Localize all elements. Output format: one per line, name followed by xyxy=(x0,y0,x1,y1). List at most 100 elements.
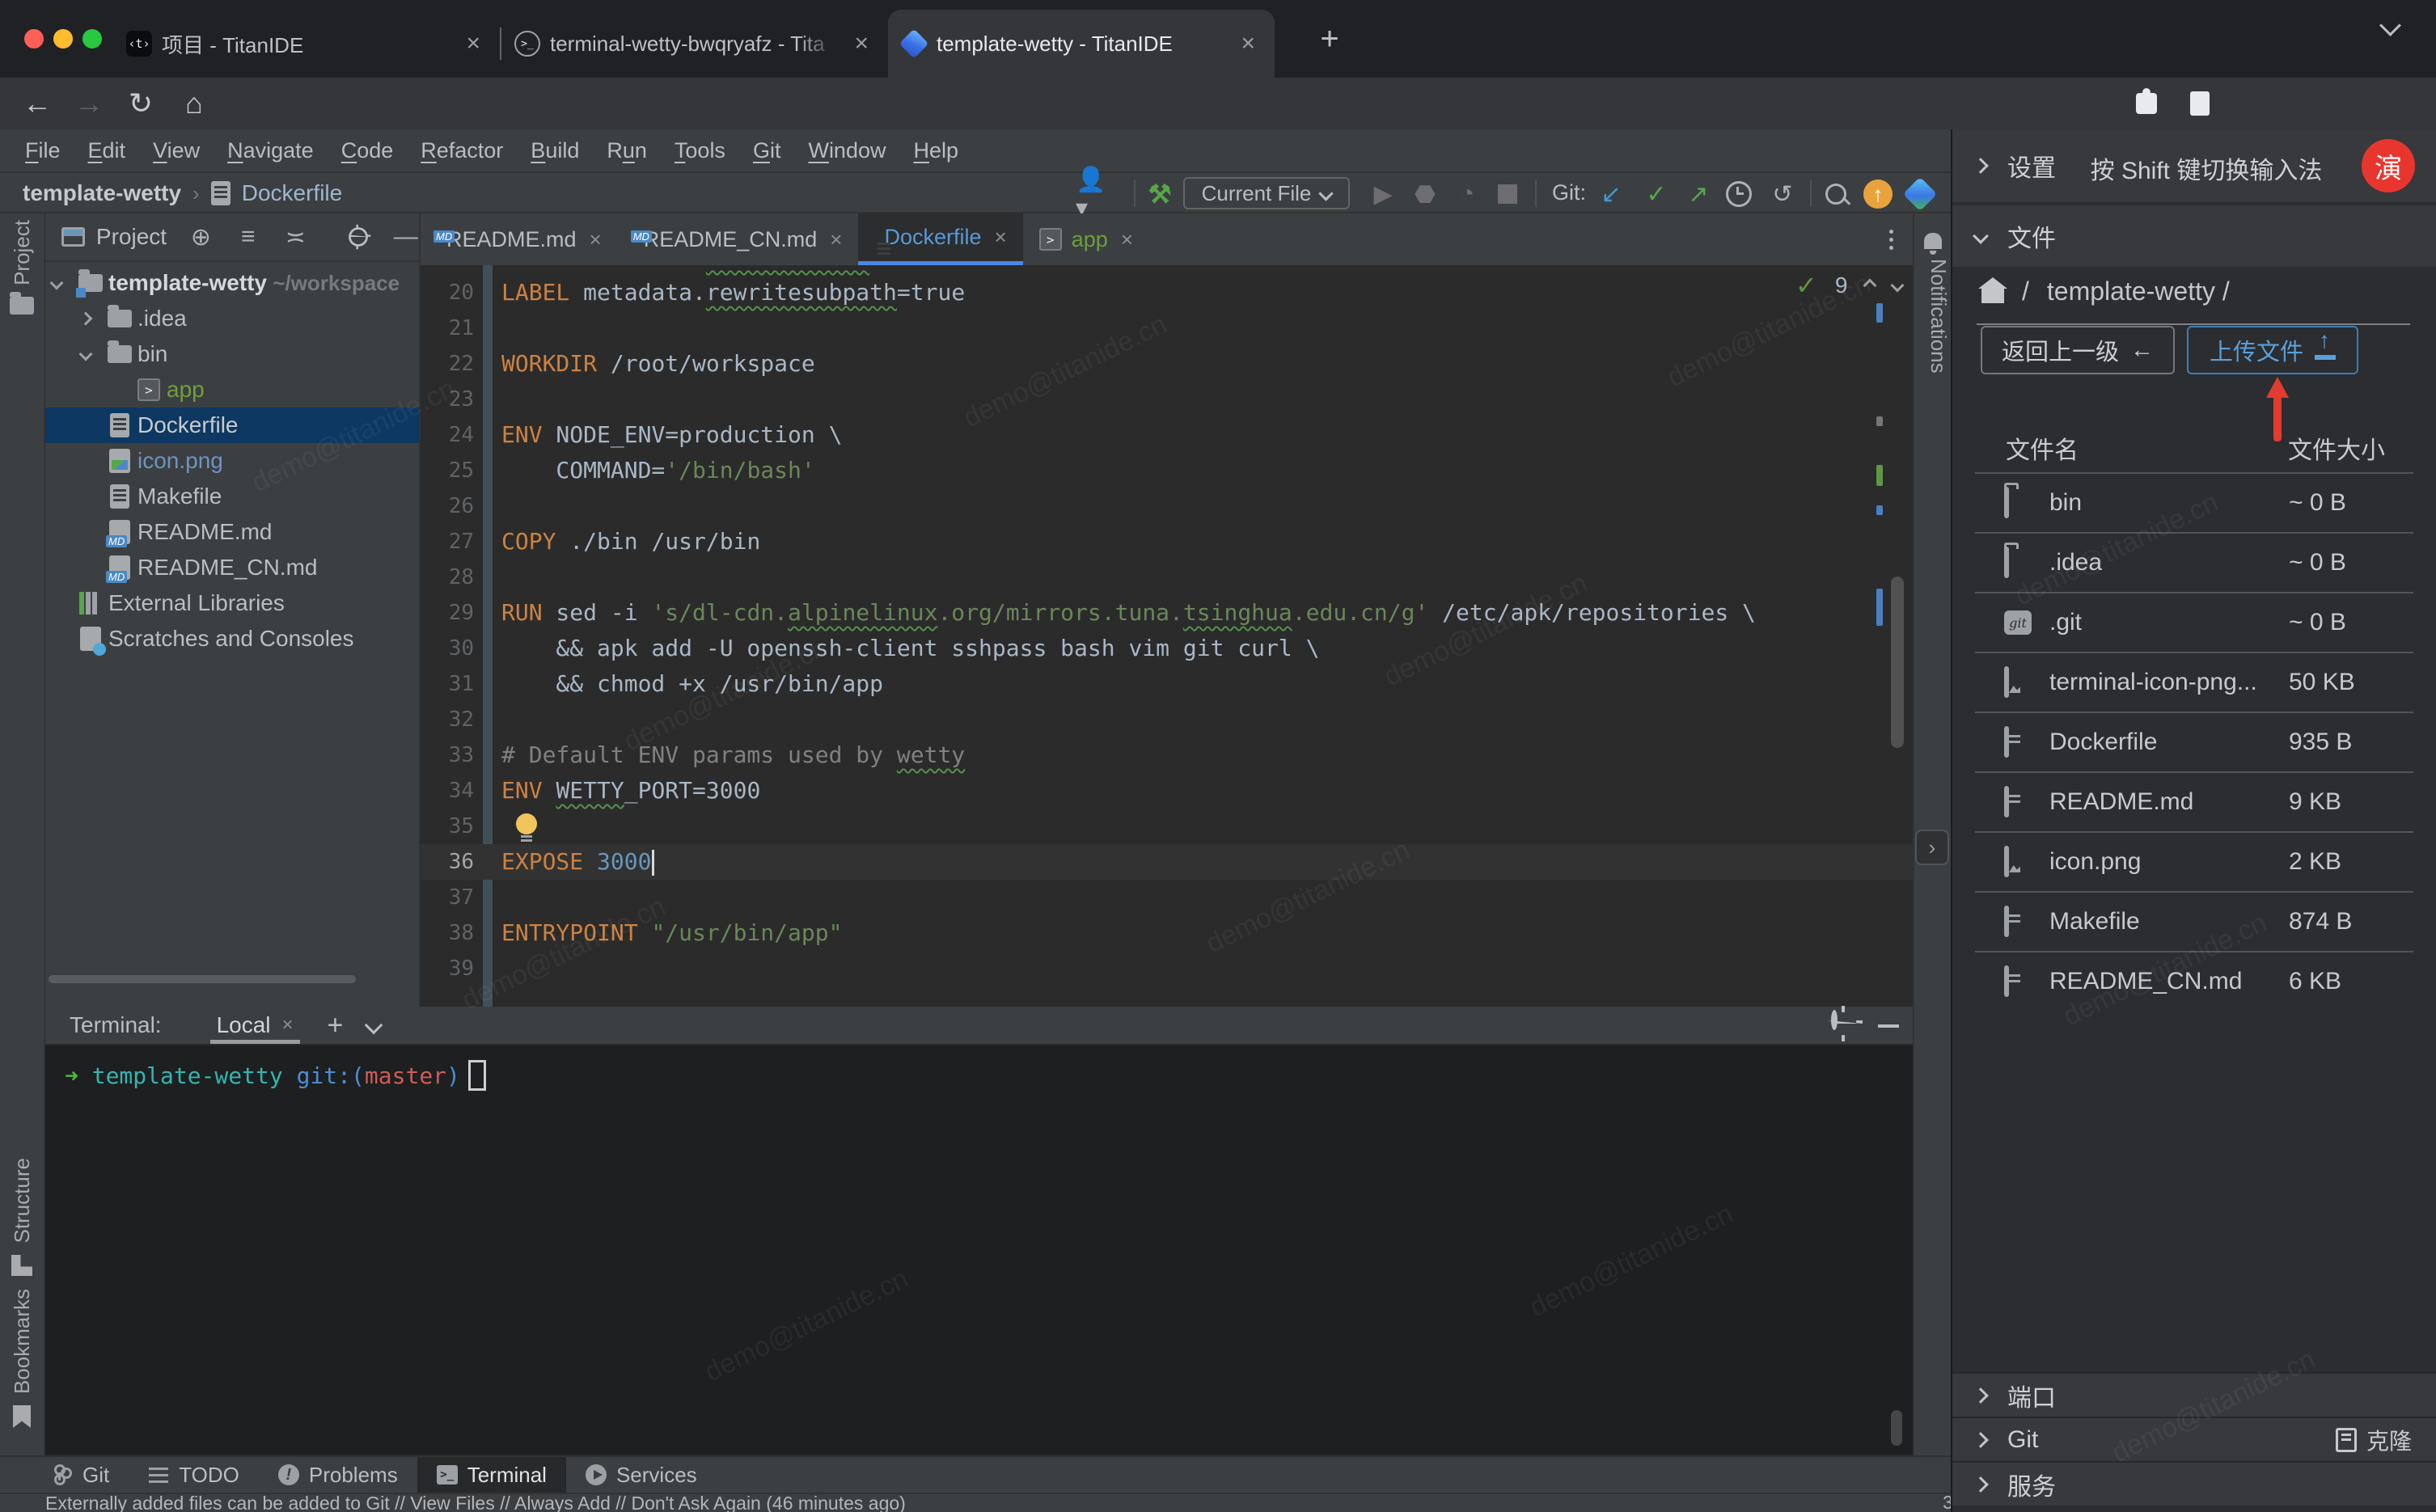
side-panel-icon[interactable] xyxy=(2179,82,2221,125)
file-row-terminal-icon-png-[interactable]: terminal-icon-png... 50 KB xyxy=(1975,652,2413,712)
stripe-bookmarks-button[interactable]: Bookmarks xyxy=(0,1289,44,1429)
menu-item-code[interactable]: Code xyxy=(328,138,408,163)
file-row-readme-md[interactable]: README.md 9 KB xyxy=(1975,771,2413,831)
user-icon[interactable]: 👤▾ xyxy=(1076,167,1111,222)
zoom-window-button[interactable] xyxy=(82,29,102,49)
git-update-icon[interactable]: ↙ xyxy=(1593,176,1629,212)
tree-item-readme-md[interactable]: README.md xyxy=(45,514,419,550)
close-tab-icon[interactable]: × xyxy=(461,30,485,57)
intention-bulb-icon[interactable] xyxy=(516,813,537,838)
build-wrench-icon[interactable]: ⚒ xyxy=(1142,176,1178,212)
stripe-project-button[interactable]: Project xyxy=(0,220,44,315)
file-row-icon-png[interactable]: icon.png 2 KB xyxy=(1975,831,2413,891)
menu-item-tools[interactable]: Tools xyxy=(661,138,739,163)
project-panel-title[interactable]: Project xyxy=(96,224,167,250)
upload-file-button[interactable]: 上传文件 xyxy=(2187,326,2358,374)
minimize-window-button[interactable] xyxy=(53,29,73,49)
tool-button-services[interactable]: Services xyxy=(566,1457,717,1493)
history-icon[interactable] xyxy=(1721,176,1757,212)
menu-item-edit[interactable]: Edit xyxy=(74,138,140,163)
terminal-prompt[interactable]: ➜ template-wetty git:(master) xyxy=(65,1060,486,1091)
close-tab-icon[interactable]: × xyxy=(590,227,602,252)
notifications-bell-icon[interactable] xyxy=(1923,233,1942,255)
section-端口[interactable]: 端口 xyxy=(1952,1372,2436,1417)
close-tab-icon[interactable]: × xyxy=(1236,30,1260,57)
run-config-dropdown[interactable]: Current File xyxy=(1183,177,1350,209)
hide-panel-icon[interactable]: — xyxy=(393,223,419,251)
menu-item-build[interactable]: Build xyxy=(517,138,593,163)
close-icon[interactable]: × xyxy=(282,1014,294,1037)
tree-item--idea[interactable]: .idea xyxy=(45,301,419,336)
tool-button-git[interactable]: Git xyxy=(32,1457,129,1493)
editor-tab-readme-cn-md[interactable]: README_CN.md × xyxy=(618,213,859,265)
coverage-icon[interactable]: ◔ xyxy=(1449,176,1485,212)
section-服务[interactable]: 服务 xyxy=(1952,1461,2436,1506)
menu-item-navigate[interactable]: Navigate xyxy=(214,138,328,163)
editor-tab-dockerfile[interactable]: Dockerfile × xyxy=(858,213,1023,265)
prev-problem-icon[interactable] xyxy=(1863,278,1877,293)
editor-tabs-menu-icon[interactable] xyxy=(1875,223,1907,256)
menu-item-file[interactable]: File xyxy=(11,138,74,163)
editor[interactable]: 19 LABEL metadata.usesubdomain=false 20 LAB… xyxy=(421,265,1913,1007)
browser-tab[interactable]: ‹t› 项目 - TitanIDE × xyxy=(113,10,500,78)
home-icon[interactable]: ⌂ xyxy=(173,82,215,125)
file-row-makefile[interactable]: Makefile 874 B xyxy=(1975,891,2413,951)
stop-icon[interactable] xyxy=(1490,176,1525,212)
tree-item-bin[interactable]: bin xyxy=(45,336,419,372)
menu-item-git[interactable]: Git xyxy=(739,138,795,163)
titanide-gem-icon[interactable] xyxy=(1902,176,1938,212)
expand-all-icon[interactable]: ≡ xyxy=(235,223,261,251)
inspection-widget[interactable]: ✓ 9 xyxy=(1795,270,1905,301)
close-tab-icon[interactable]: × xyxy=(830,227,842,252)
tool-button-terminal[interactable]: >_ Terminal xyxy=(417,1457,566,1493)
terminal-settings-gear-icon[interactable] xyxy=(1831,1010,1838,1030)
breadcrumb-file[interactable]: Dockerfile xyxy=(242,180,342,206)
browser-tab[interactable]: >_ terminal-wetty-bwqryafz - Tita × xyxy=(501,10,888,78)
close-tab-icon[interactable]: × xyxy=(995,225,1007,250)
files-section-header[interactable]: 文件 xyxy=(1952,205,2436,267)
tree-item-dockerfile[interactable]: Dockerfile xyxy=(45,408,419,443)
tab-search-chevron-icon[interactable] xyxy=(2379,15,2423,58)
git-commit-icon[interactable]: ✓ xyxy=(1639,176,1674,212)
tool-button-problems[interactable]: ! Problems xyxy=(259,1457,417,1493)
reload-icon[interactable]: ↻ xyxy=(120,82,162,125)
demo-badge[interactable]: 演 xyxy=(2362,139,2415,192)
expand-panel-chevron[interactable]: › xyxy=(1915,830,1949,865)
close-window-button[interactable] xyxy=(24,29,44,49)
search-icon[interactable] xyxy=(1818,176,1854,212)
chevron-right-icon[interactable] xyxy=(78,311,93,326)
tree-item-external-libraries[interactable]: External Libraries xyxy=(45,585,419,621)
collapse-all-icon[interactable]: ≍ xyxy=(282,223,308,251)
tree-item-icon-png[interactable]: icon.png xyxy=(45,443,419,479)
terminal-tab-local[interactable]: Local × xyxy=(209,1007,300,1044)
chevron-down-icon[interactable] xyxy=(78,347,93,361)
menu-item-window[interactable]: Window xyxy=(794,138,899,163)
menu-item-run[interactable]: Run xyxy=(593,138,661,163)
file-row-readme-cn-md[interactable]: README_CN.md 6 KB xyxy=(1975,951,2413,1011)
panel-settings-gear-icon[interactable] xyxy=(345,223,372,251)
file-row--git[interactable]: git .git ~ 0 B xyxy=(1975,592,2413,652)
editor-scrollbar[interactable] xyxy=(1891,577,1904,748)
tree-item-readme-cn-md[interactable]: README_CN.md xyxy=(45,550,419,585)
new-tab-button[interactable]: + xyxy=(1312,21,1347,57)
tree-item-template-wetty[interactable]: template-wetty ~/workspace xyxy=(45,265,419,301)
clone-button[interactable]: 克隆 xyxy=(2335,1424,2412,1456)
editor-tab-readme-md[interactable]: README.md × xyxy=(421,213,618,265)
new-terminal-icon[interactable]: + xyxy=(328,1010,344,1041)
menu-item-help[interactable]: Help xyxy=(899,138,972,163)
chevron-down-icon[interactable] xyxy=(49,276,64,290)
menu-item-view[interactable]: View xyxy=(139,138,214,163)
status-message[interactable]: Externally added files can be added to G… xyxy=(45,1493,906,1512)
go-up-button[interactable]: 返回上一级 ← xyxy=(1981,326,2175,374)
back-icon[interactable]: ← xyxy=(16,82,58,125)
minimize-terminal-icon[interactable] xyxy=(1878,1024,1899,1028)
column-filename[interactable]: 文件名 xyxy=(2006,430,2079,466)
breadcrumb-project[interactable]: template-wetty xyxy=(23,180,181,206)
upgrade-icon[interactable]: ↑ xyxy=(1860,176,1896,212)
forward-icon[interactable]: → xyxy=(68,82,110,125)
tree-item-scratches-and-consoles[interactable]: Scratches and Consoles xyxy=(45,621,419,657)
home-icon[interactable] xyxy=(1978,277,2007,303)
tree-item-app[interactable]: > app xyxy=(45,372,419,408)
rollback-icon[interactable]: ↺ xyxy=(1765,176,1800,212)
locate-file-icon[interactable]: ⊕ xyxy=(188,223,214,251)
